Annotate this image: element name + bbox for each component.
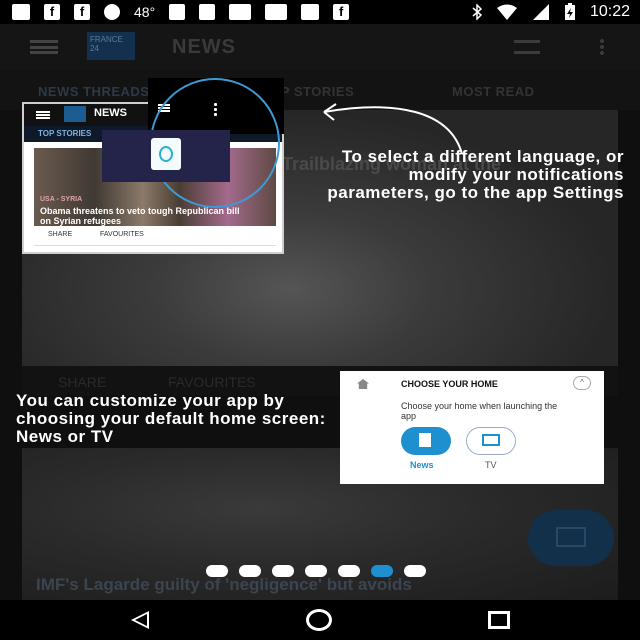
tv-icon: [556, 527, 586, 547]
wifi-icon: [496, 4, 517, 20]
page-dot[interactable]: [206, 565, 228, 577]
favourites-button[interactable]: FAVOURITES: [168, 374, 256, 390]
mini-headline: Obama threatens to veto tough Republican…: [40, 206, 240, 226]
fox-icon: [301, 4, 320, 20]
france24-logo: FRANCE 24: [87, 32, 135, 60]
clock: 10:22: [589, 3, 630, 20]
recent-apps-icon[interactable]: [488, 611, 510, 629]
bluetooth-icon: [472, 4, 482, 20]
message-icon: [12, 4, 30, 20]
page-indicator: [206, 565, 426, 579]
system-icons: 10:22: [472, 2, 630, 22]
page-dot[interactable]: [239, 565, 261, 577]
mini-kicker: USA - SYRIA: [40, 196, 83, 203]
choose-home-panel: CHOOSE YOUR HOME ^ Choose your home when…: [340, 371, 604, 484]
menu-icon: [36, 111, 50, 119]
mini-card-actions: SHARE FAVOURITES: [34, 226, 276, 246]
mini-title: NEWS: [94, 107, 127, 119]
france24-app-icon: [151, 138, 181, 170]
home-icon: [357, 379, 369, 389]
mini-share-label: SHARE: [48, 231, 73, 238]
signal-icon: [532, 4, 549, 20]
page-dot[interactable]: [305, 565, 327, 577]
mini-tab-top-stories: TOP STORIES: [38, 129, 92, 138]
toolbar-title: NEWS: [172, 36, 236, 58]
weather-icon: [104, 4, 120, 20]
settings-hint-text: To select a different language, or modif…: [327, 147, 624, 202]
menu-icon[interactable]: [30, 40, 58, 54]
back-icon[interactable]: [131, 611, 149, 629]
collapse-icon: ^: [573, 376, 591, 390]
choose-home-title: CHOOSE YOUR HOME: [401, 379, 498, 389]
facebook-icon: f: [74, 4, 90, 20]
page-dot[interactable]: [404, 565, 426, 577]
home-icon[interactable]: [306, 609, 332, 631]
page-dot[interactable]: [272, 565, 294, 577]
page-dot-active[interactable]: [371, 565, 393, 577]
temperature-text: 48°: [134, 4, 156, 20]
sport-icon: [169, 4, 186, 20]
home-hint-text: You can customize your app by choosing y…: [16, 391, 326, 446]
facebook-icon: f: [44, 4, 60, 20]
tv-icon: [482, 434, 500, 446]
mini-tv-block: [102, 130, 230, 182]
game-icon: [229, 4, 252, 20]
tv-option-label: TV: [485, 460, 497, 470]
france24-logo: [64, 106, 86, 122]
news-icon: [419, 433, 431, 447]
list-view-icon[interactable]: [514, 40, 540, 54]
wrench-icon: [199, 4, 216, 20]
app-toolbar: FRANCE 24 NEWS: [0, 24, 640, 70]
notification-icons: f f 48° f: [12, 2, 350, 22]
tab-news-threads[interactable]: NEWS THREADS: [38, 84, 149, 99]
game-icon: [265, 4, 288, 20]
tv-fab-button[interactable]: [528, 510, 614, 566]
facebook-icon: f: [333, 4, 350, 20]
news-option-label: News: [410, 460, 434, 470]
mini-favourites-label: FAVOURITES: [100, 231, 144, 238]
overflow-menu-icon[interactable]: [600, 38, 604, 56]
page-dot[interactable]: [338, 565, 360, 577]
status-bar: f f 48° f 10:22: [0, 0, 640, 24]
choose-home-subtitle: Choose your home when launching the app: [401, 401, 558, 421]
battery-icon: [564, 3, 575, 20]
navigation-bar: [0, 600, 640, 640]
share-button[interactable]: SHARE: [58, 374, 106, 390]
